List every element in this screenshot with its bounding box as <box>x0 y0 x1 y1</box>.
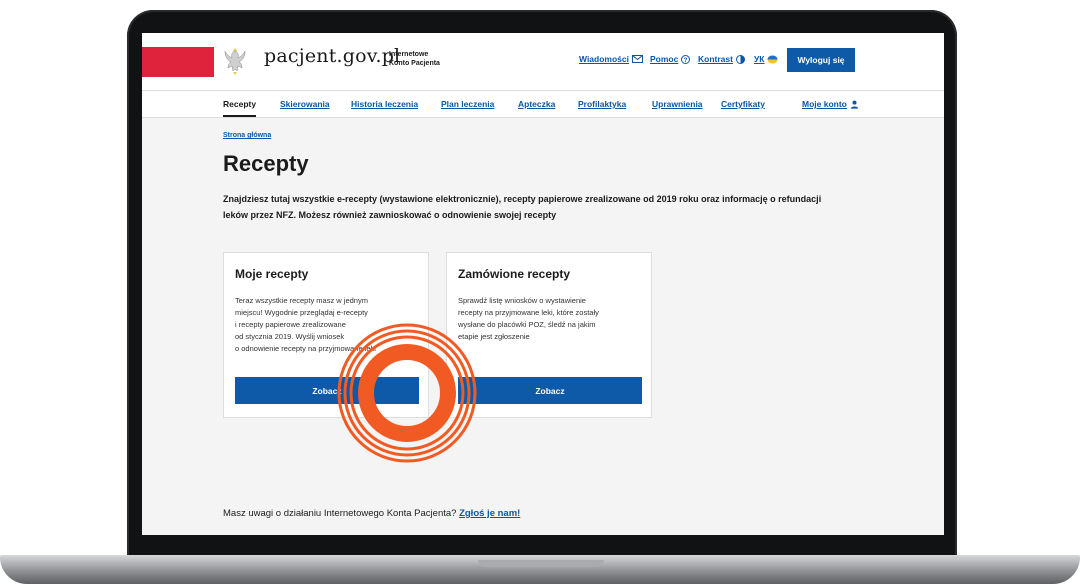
card-description: Sprawdź listę wniosków o wystawienie rec… <box>458 295 644 343</box>
language-link-label: УК <box>754 54 765 64</box>
user-icon <box>850 100 859 109</box>
tab-apteczka[interactable]: Apteczka <box>518 99 555 109</box>
logo-subtitle-line1: Internetowe <box>389 51 429 58</box>
logo-subtitle-line2: Konto Pacjenta <box>389 60 440 67</box>
card-title: Zamówione recepty <box>458 267 571 281</box>
card-text-line: Teraz wszystkie recepty masz w jednym <box>235 296 368 305</box>
svg-text:?: ? <box>684 58 688 64</box>
page-lead-line2: leków przez NFZ. Możesz również zawniosk… <box>223 210 557 220</box>
laptop-notch <box>478 560 604 567</box>
language-link[interactable]: УК <box>754 54 778 64</box>
card-text-line: wysłane do placówki POZ, śledź na jakim <box>458 320 596 329</box>
question-icon: ? <box>681 54 691 64</box>
logo-subtitle: Internetowe Konto Pacjenta <box>389 50 440 68</box>
eagle-emblem-icon <box>224 48 246 75</box>
feedback-text: Masz uwagi o działaniu Internetowego Kon… <box>223 508 457 519</box>
tab-plan-leczenia[interactable]: Plan leczenia <box>441 99 494 109</box>
help-link[interactable]: Pomoc ? <box>650 54 691 64</box>
card-title: Moje recepty <box>235 267 309 281</box>
breadcrumb[interactable]: Strona główna <box>223 132 271 139</box>
tab-moje-konto[interactable]: Moje konto <box>802 99 859 109</box>
page-lead: Znajdziesz tutaj wszystkie e-recepty (wy… <box>223 191 873 223</box>
tab-recepty[interactable]: Recepty <box>223 99 256 109</box>
mail-icon <box>632 55 643 63</box>
tab-certyfikaty[interactable]: Certyfikaty <box>721 99 765 109</box>
contrast-link[interactable]: Kontrast <box>698 54 745 64</box>
contrast-link-label: Kontrast <box>698 54 733 64</box>
card-text-line: recepty na przyjmowane leki, które zosta… <box>458 308 599 317</box>
tab-skierowania[interactable]: Skierowania <box>280 99 330 109</box>
tab-uprawnienia[interactable]: Uprawnienia <box>652 99 703 109</box>
zobacz-zamowione-recepty-button[interactable]: Zobacz <box>458 377 642 404</box>
card-text-line: Sprawdź listę wniosków o wystawienie <box>458 296 586 305</box>
active-tab-indicator <box>223 115 256 117</box>
news-link[interactable]: Wiadomości <box>579 54 643 64</box>
page-title: Recepty <box>223 151 309 176</box>
main-nav: Recepty Skierowania Historia leczenia Pl… <box>142 91 944 118</box>
feedback-prompt: Masz uwagi o działaniu Internetowego Kon… <box>223 508 520 519</box>
browser-screen: pacjent.gov.pl Internetowe Konto Pacjent… <box>142 33 944 535</box>
help-link-label: Pomoc <box>650 54 679 64</box>
tab-historia-leczenia[interactable]: Historia leczenia <box>351 99 418 109</box>
feedback-link[interactable]: Zgłoś je nam! <box>459 508 520 519</box>
logout-button[interactable]: Wyloguj się <box>787 48 855 72</box>
click-target-rings-icon <box>337 323 477 463</box>
tab-moje-konto-label: Moje konto <box>802 99 847 109</box>
page-lead-line1: Znajdziesz tutaj wszystkie e-recepty (wy… <box>223 194 822 204</box>
site-logo[interactable]: pacjent.gov.pl <box>264 45 400 67</box>
card-text-line: etapie jest zgłoszenie <box>458 332 530 341</box>
flag-stripe <box>142 47 214 77</box>
contrast-icon <box>735 54 745 64</box>
ukraine-flag-icon <box>767 55 778 63</box>
tab-profilaktyka[interactable]: Profilaktyka <box>578 99 626 109</box>
site-header: pacjent.gov.pl Internetowe Konto Pacjent… <box>142 33 944 91</box>
news-link-label: Wiadomości <box>579 54 629 64</box>
